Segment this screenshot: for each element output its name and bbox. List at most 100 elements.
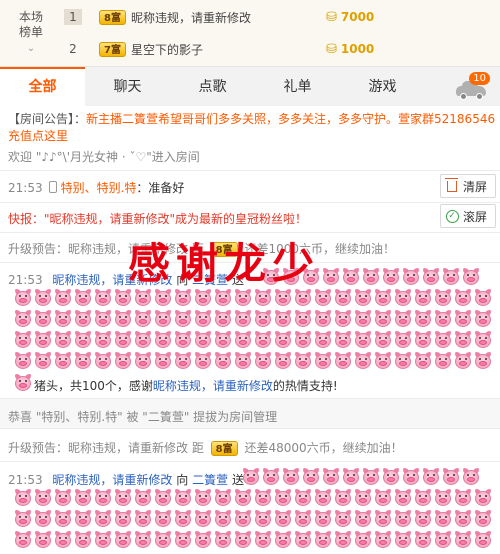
divider [0,202,500,203]
car-button[interactable]: 10 [454,72,490,102]
clear-screen-label: 清屏 [463,179,488,194]
pig-head-icon [174,289,192,307]
pig-head-icon [34,310,52,328]
pig-head-icon [214,531,232,549]
gift-summary-user[interactable]: 昵称违规，请重新修改 [153,379,273,393]
pig-head-icon [374,331,392,349]
coin-stack-icon: ⛁ [325,9,337,25]
pig-head-icon [194,531,212,549]
pig-head-icon [414,489,432,507]
pig-head-icon [314,510,332,528]
tab-song-request[interactable]: 点歌 [170,67,255,107]
pig-head-icon [154,331,172,349]
tab-all[interactable]: 全部 [0,67,85,107]
chat-area[interactable]: 【房间公告】：新主播二簀萱希望哥哥们多多关照，多多关注，多多守护。萱家群5218… [0,106,500,554]
pig-head-icon [134,489,152,507]
ranking-row[interactable]: 2 7富 星空下的影子 ⛁ 1000 [62,33,492,65]
pig-head-icon [422,468,440,486]
pig-head-icon [294,489,312,507]
pig-head-icon [374,289,392,307]
pig-head-icon [54,489,72,507]
pig-head-icon [474,489,492,507]
auto-scroll-label: 滚屏 [463,209,488,224]
pig-head-icon [54,310,72,328]
pig-head-icon [54,510,72,528]
pig-head-icon [214,310,232,328]
pig-head-icon [454,352,472,370]
pig-head-icon [134,510,152,528]
divider [0,170,500,171]
pig-head-icon [154,310,172,328]
chevron-down-icon: ⌄ [26,43,36,54]
pig-head-icon [74,331,92,349]
pig-head-icon [462,468,480,486]
pig-head-icon [402,468,420,486]
overlay-thanks-text: 感谢龙少 [128,239,321,288]
ranking-user-name[interactable]: 星空下的影子 [131,41,326,58]
tab-games[interactable]: 游戏 [340,67,425,107]
pig-head-icon [394,289,412,307]
pig-head-icon [342,468,360,486]
pig-head-icon [402,268,420,286]
divider [0,461,500,462]
pig-head-icon [442,468,460,486]
welcome-user[interactable]: "♪♪°\'月光女神 · ˇ♡" [36,150,152,164]
pig-head-icon [414,331,432,349]
message-user[interactable]: 特别、特别.特 [61,181,137,195]
pig-head-icon [94,289,112,307]
pig-head-icon [394,331,412,349]
upgrade-suffix: 还差48000六币，继续加油！ [244,441,403,455]
pig-head-icon [422,268,440,286]
pig-head-icon [154,289,172,307]
tab-chat[interactable]: 聊天 [85,67,170,107]
pig-head-icon [234,489,252,507]
pig-head-icon [342,268,360,286]
ranking-side-label: 本场榜单 [18,10,43,39]
pig-head-icon [254,510,272,528]
pig-head-icon [454,310,472,328]
chat-message: 21:53 特别、特别.特：准备好 [8,179,184,196]
gift-summary-end: 的热情支持! [272,379,338,393]
pig-head-icon [94,489,112,507]
clear-screen-button[interactable]: 清屏 [440,174,496,198]
pig-head-icon [94,331,112,349]
pig-head-icon [154,352,172,370]
pig-head-icon [414,531,432,549]
pig-head-icon [294,310,312,328]
auto-scroll-button[interactable]: ✓ 滚屏 [440,204,496,228]
gift-receiver[interactable]: 二簀萱 [192,473,228,487]
pig-head-icon [434,531,452,549]
pig-head-icon [294,531,312,549]
pig-head-icon [354,510,372,528]
ranking-toggle[interactable]: 本场榜单 ⌄ [0,0,62,66]
pig-head-icon [234,289,252,307]
pig-head-icon [354,310,372,328]
pig-head-icon [74,489,92,507]
pig-head-icon [214,352,232,370]
upgrade-prefix: 升级预告：昵称违规，请重新修改 距 [8,441,204,455]
pig-head-icon [254,531,272,549]
gift-message: 21:53 昵称违规，请重新修改 向 二簀萱 送 [8,471,244,488]
ranking-row[interactable]: 1 8富 昵称违规，请重新修改 ⛁ 7000 [62,1,492,33]
pig-head-icon [154,489,172,507]
pig-head-icon [394,489,412,507]
pig-head-icon [442,268,460,286]
pig-head-icon [374,352,392,370]
pig-head-icon [454,531,472,549]
pig-head-icon [394,352,412,370]
pig-head-icon [274,531,292,549]
gift-sender[interactable]: 昵称违规，请重新修改 [52,473,172,487]
pig-head-icon [334,331,352,349]
pig-head-icon [434,331,452,349]
rank-number: 1 [64,9,82,25]
pig-head-icon [274,289,292,307]
recharge-link[interactable]: 充值点这里 [8,127,68,144]
pig-head-icon [254,310,272,328]
pig-head-icon [434,310,452,328]
pig-head-icon [314,352,332,370]
ranking-panel: 本场榜单 ⌄ 1 8富 昵称违规，请重新修改 ⛁ 7000 2 7富 星空下的影… [0,0,500,66]
ranking-user-name[interactable]: 昵称违规，请重新修改 [131,9,326,26]
gift-icon-row [14,374,34,395]
pig-head-icon [414,289,432,307]
tab-gift-list[interactable]: 礼单 [255,67,340,107]
